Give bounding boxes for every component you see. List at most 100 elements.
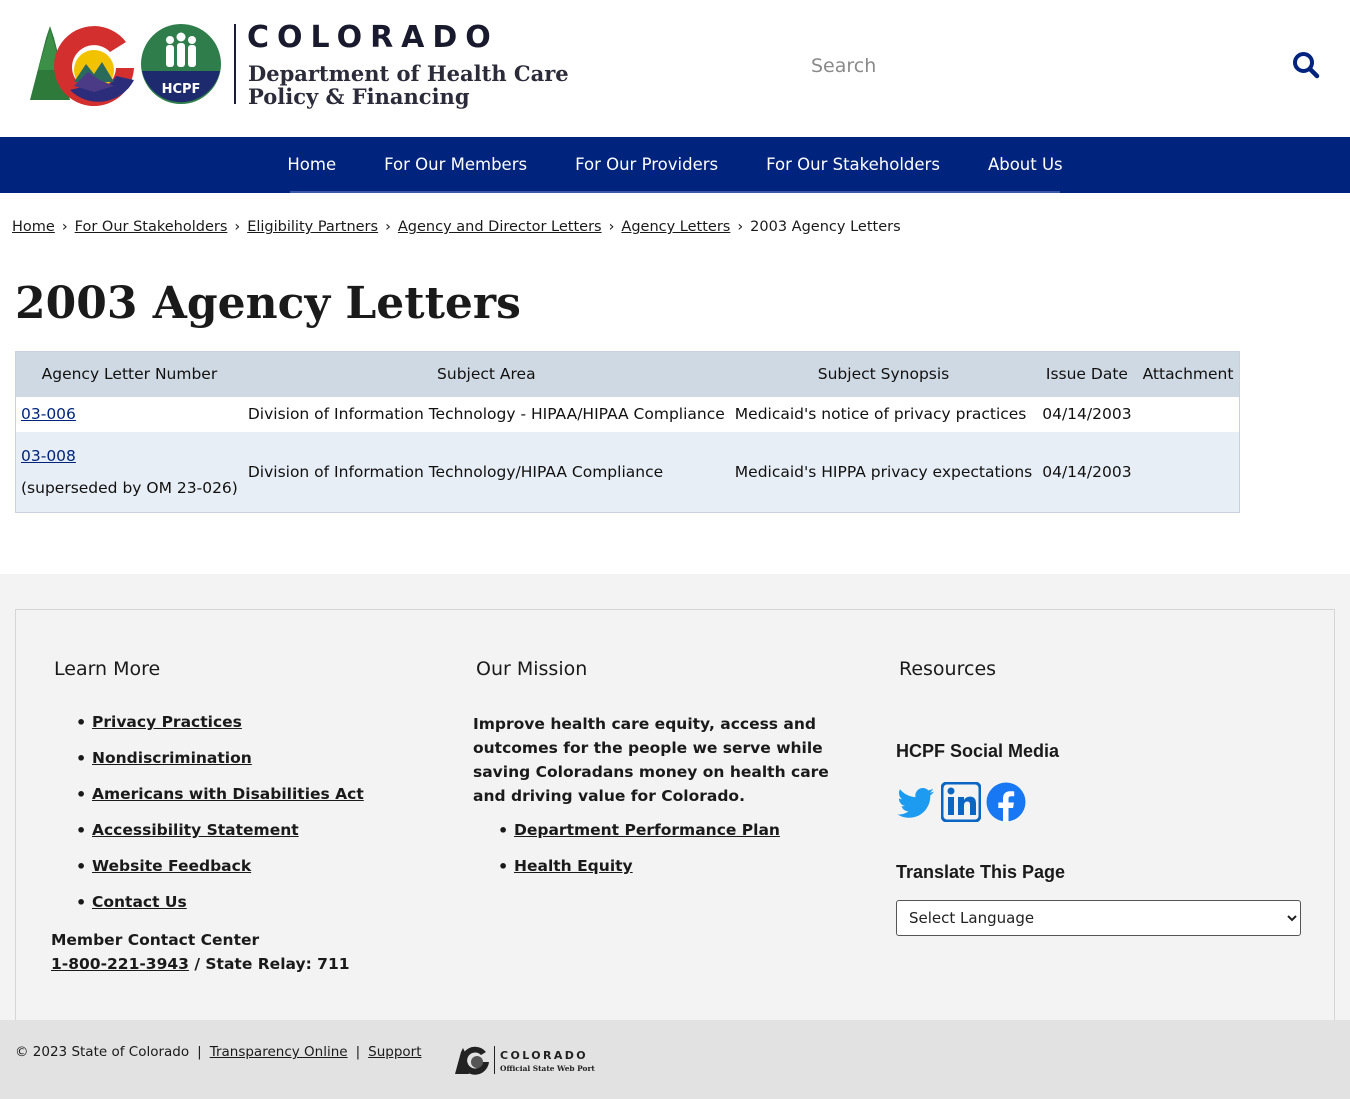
bottom-bar: © 2023 State of Colorado | Transparency On… xyxy=(0,1020,1350,1099)
nav-item-home[interactable]: Home xyxy=(263,137,360,191)
mission-text: Improve health care equity, access and o… xyxy=(473,715,829,805)
member-phone-link[interactable]: 1-800-221-3943 xyxy=(51,955,189,973)
synopsis-cell: Medicaid's notice of privacy practices xyxy=(729,396,1038,432)
resources-heading: Resources xyxy=(899,658,997,680)
member-contact-label: Member Contact Center xyxy=(51,931,260,949)
our-mission-heading: Our Mission xyxy=(476,658,588,680)
accessibility-statement-link[interactable]: Accessibility Statement xyxy=(92,821,299,839)
letter-number-cell: 03-006 xyxy=(15,396,243,432)
breadcrumb-home[interactable]: Home xyxy=(12,219,55,235)
breadcrumb-agency-letters[interactable]: Agency Letters xyxy=(621,219,730,235)
main-nav: Home For Our Members For Our Providers F… xyxy=(0,137,1350,193)
column-header-number: Agency Letter Number xyxy=(15,351,243,397)
breadcrumb-separator: › xyxy=(608,219,615,235)
member-contact-center: Member Contact Center 1-800-221-3943 / S… xyxy=(51,928,350,976)
state-relay-text: / State Relay: 711 xyxy=(188,955,350,973)
attachment-cell xyxy=(1136,431,1240,513)
contact-us-link[interactable]: Contact Us xyxy=(92,893,187,911)
list-item: Privacy Practices xyxy=(76,713,364,749)
search-icon xyxy=(1293,51,1320,78)
portal-title: COLORADO xyxy=(500,1049,588,1062)
footer: Learn More Privacy Practices Nondiscrimi… xyxy=(15,609,1335,1021)
list-item: Accessibility Statement xyxy=(76,821,364,857)
transparency-online-link[interactable]: Transparency Online xyxy=(210,1044,348,1060)
translate-heading: Translate This Page xyxy=(896,862,1066,882)
table-row: 03-008 (superseded by OM 23-026) Divisio… xyxy=(15,431,1240,513)
learn-more-heading: Learn More xyxy=(54,658,161,680)
subject-area-cell: Division of Information Technology/HIPAA… xyxy=(242,431,730,513)
breadcrumb-separator: › xyxy=(385,219,391,235)
portal-subtitle: Official State Web Portal xyxy=(500,1064,595,1073)
list-item: Website Feedback xyxy=(76,857,364,893)
member-contact-phone-line: 1-800-221-3943 / State Relay: 711 xyxy=(51,952,350,976)
nav-item-providers[interactable]: For Our Providers xyxy=(551,137,742,191)
search-input[interactable] xyxy=(800,44,1270,88)
website-feedback-link[interactable]: Website Feedback xyxy=(92,857,251,875)
main-nav-items: Home For Our Members For Our Providers F… xyxy=(287,137,1063,193)
facebook-link[interactable] xyxy=(986,782,1026,826)
list-item: Health Equity xyxy=(498,857,780,893)
linkedin-icon xyxy=(940,781,982,823)
breadcrumb-separator: › xyxy=(61,219,68,235)
department-performance-plan-link[interactable]: Department Performance Plan xyxy=(514,821,780,839)
page-title: 2003 Agency Letters xyxy=(15,278,521,329)
nondiscrimination-link[interactable]: Nondiscrimination xyxy=(92,749,252,767)
colorado-portal-icon: COLORADO Official State Web Portal xyxy=(455,1046,603,1075)
hcpf-badge-icon: HCPF xyxy=(141,24,221,104)
privacy-practices-link[interactable]: Privacy Practices xyxy=(92,713,242,731)
issue-date-cell: 04/14/2003 xyxy=(1037,396,1137,432)
facebook-icon xyxy=(986,782,1026,822)
official-state-web-portal-logo[interactable]: COLORADO Official State Web Portal xyxy=(455,1042,603,1082)
column-header-attachment: Attachment xyxy=(1136,351,1240,397)
support-link[interactable]: Support xyxy=(368,1044,421,1060)
letter-number-cell: 03-008 (superseded by OM 23-026) xyxy=(15,431,243,513)
nav-item-stakeholders[interactable]: For Our Stakeholders xyxy=(742,137,964,191)
synopsis-cell: Medicaid's HIPPA privacy expectations xyxy=(729,431,1038,513)
breadcrumb-current: 2003 Agency Letters xyxy=(750,219,901,235)
hcpf-badge-text: HCPF xyxy=(162,82,201,97)
column-header-synopsis: Subject Synopsis xyxy=(729,351,1038,397)
table-row: 03-006 Division of Information Technolog… xyxy=(15,396,1240,432)
subject-area-cell: Division of Information Technology - HIP… xyxy=(242,396,730,432)
search-area xyxy=(800,40,1330,92)
linkedin-link[interactable] xyxy=(940,781,982,826)
learn-more-list: Privacy Practices Nondiscrimination Amer… xyxy=(76,713,364,929)
list-item: Americans with Disabilities Act xyxy=(76,785,364,821)
letter-number-link[interactable]: 03-008 xyxy=(21,447,238,465)
table-header-row: Agency Letter Number Subject Area Subjec… xyxy=(15,351,1240,397)
list-item: Contact Us xyxy=(76,893,364,929)
colorado-c-logo-icon xyxy=(30,26,134,106)
ada-link[interactable]: Americans with Disabilities Act xyxy=(92,785,364,803)
breadcrumb-separator: › xyxy=(737,219,744,235)
list-item: Nondiscrimination xyxy=(76,749,364,785)
list-item: Department Performance Plan xyxy=(498,821,780,857)
nav-item-about[interactable]: About Us xyxy=(964,137,1087,191)
nav-item-members[interactable]: For Our Members xyxy=(360,137,551,191)
twitter-icon xyxy=(897,788,934,818)
logo-subtitle-line2: Policy & Financing xyxy=(248,84,470,109)
breadcrumb-separator: › xyxy=(234,219,241,235)
language-select[interactable]: Select Language xyxy=(896,900,1301,936)
letter-number-link[interactable]: 03-006 xyxy=(21,405,76,423)
site-header: HCPF COLORADO Department of Health Care … xyxy=(0,0,1350,137)
breadcrumb-stakeholders[interactable]: For Our Stakeholders xyxy=(75,219,228,235)
search-button[interactable] xyxy=(1290,50,1322,82)
column-header-issue-date: Issue Date xyxy=(1037,351,1137,397)
column-header-subject-area: Subject Area xyxy=(242,351,730,397)
logo-title: COLORADO xyxy=(247,20,499,55)
attachment-cell xyxy=(1136,396,1240,432)
issue-date-cell: 04/14/2003 xyxy=(1037,431,1137,513)
health-equity-link[interactable]: Health Equity xyxy=(514,857,633,875)
breadcrumb: Home › For Our Stakeholders › Eligibility Pa… xyxy=(12,219,901,235)
social-media-links xyxy=(896,781,1026,826)
logo-subtitle-line1: Department of Health Care xyxy=(248,61,569,86)
agency-letters-table: Agency Letter Number Subject Area Subjec… xyxy=(15,351,1241,513)
logo-divider xyxy=(234,24,236,104)
letter-note: (superseded by OM 23-026) xyxy=(21,478,238,497)
twitter-link[interactable] xyxy=(896,782,936,826)
copyright: © 2023 State of Colorado | Transparency On… xyxy=(15,1044,422,1060)
mission-list: Department Performance Plan Health Equit… xyxy=(498,821,780,893)
breadcrumb-eligibility-partners[interactable]: Eligibility Partners xyxy=(247,219,378,235)
hcpf-logo[interactable]: HCPF COLORADO Department of Health Care … xyxy=(30,20,569,112)
breadcrumb-agency-director-letters[interactable]: Agency and Director Letters xyxy=(398,219,602,235)
